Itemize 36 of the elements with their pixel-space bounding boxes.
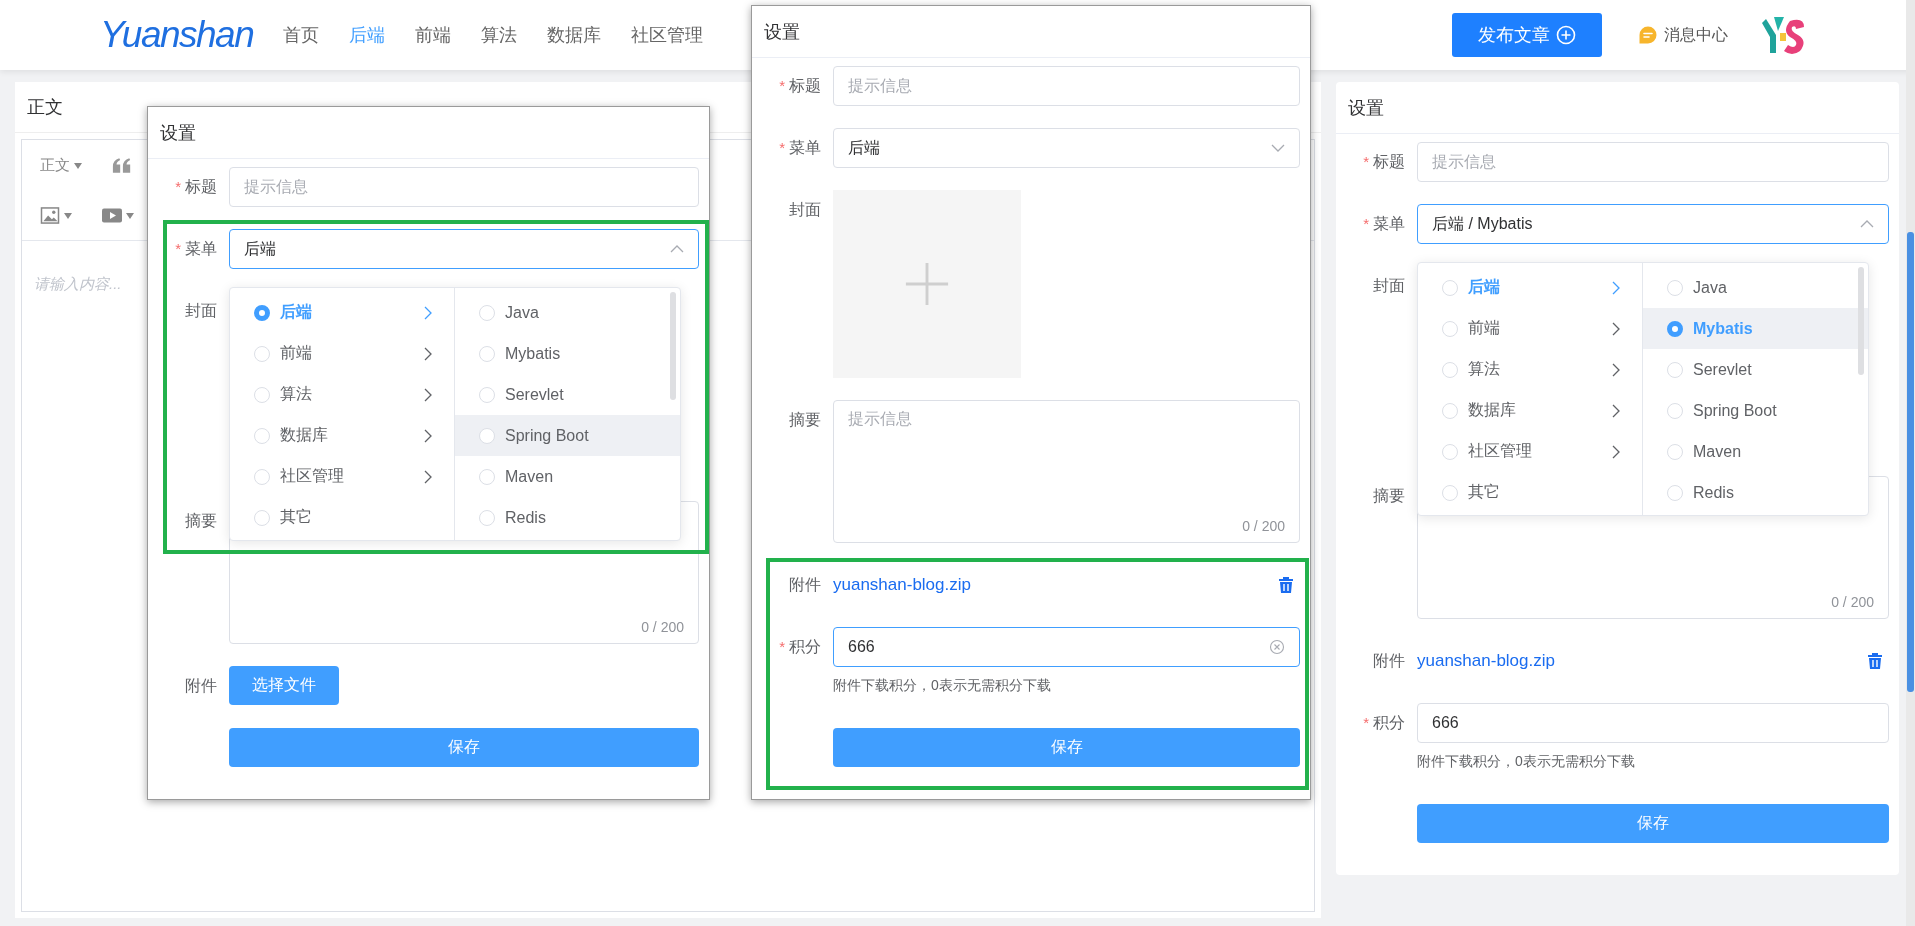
field-label: 封面: [789, 200, 821, 220]
panel-title: 设置: [1348, 96, 1384, 120]
field-label: 摘要: [185, 511, 217, 531]
required-mark: *: [1363, 152, 1369, 172]
character-counter: 0 / 200: [1242, 518, 1285, 534]
field-label: 封面: [185, 301, 217, 321]
panel-title: 设置: [764, 20, 800, 44]
field-label: 菜单: [789, 138, 821, 158]
panel-title: 设置: [160, 121, 196, 145]
help-text: 附件下载积分，0表示无需积分下载: [1417, 752, 1636, 771]
field-label: 标题: [1373, 152, 1405, 172]
field-label: 标题: [185, 177, 217, 197]
field-label: 摘要: [1373, 486, 1405, 506]
required-mark: *: [175, 177, 181, 197]
editor-placeholder: 请输入内容...: [34, 275, 122, 292]
required-mark: *: [1363, 713, 1369, 733]
field-label: 菜单: [1373, 214, 1405, 234]
field-label: 菜单: [185, 239, 217, 259]
field-label: 附件: [789, 575, 821, 595]
character-counter: 0 / 200: [641, 619, 684, 635]
help-text: 附件下载积分，0表示无需积分下载: [833, 676, 1052, 695]
field-label: 积分: [1373, 713, 1405, 733]
required-mark: *: [1363, 214, 1369, 234]
required-mark: *: [175, 239, 181, 259]
card-title: 正文: [27, 96, 63, 119]
character-counter: 0 / 200: [1831, 594, 1874, 610]
field-label: 附件: [1373, 651, 1405, 671]
placeholder-text: 提示信息: [848, 410, 912, 427]
field-label: 标题: [789, 76, 821, 96]
field-label: 积分: [789, 637, 821, 657]
required-mark: *: [779, 637, 785, 657]
field-label: 摘要: [789, 410, 821, 430]
required-mark: *: [779, 76, 785, 96]
required-mark: *: [779, 138, 785, 158]
field-label: 封面: [1373, 276, 1405, 296]
field-label: 附件: [185, 676, 217, 696]
